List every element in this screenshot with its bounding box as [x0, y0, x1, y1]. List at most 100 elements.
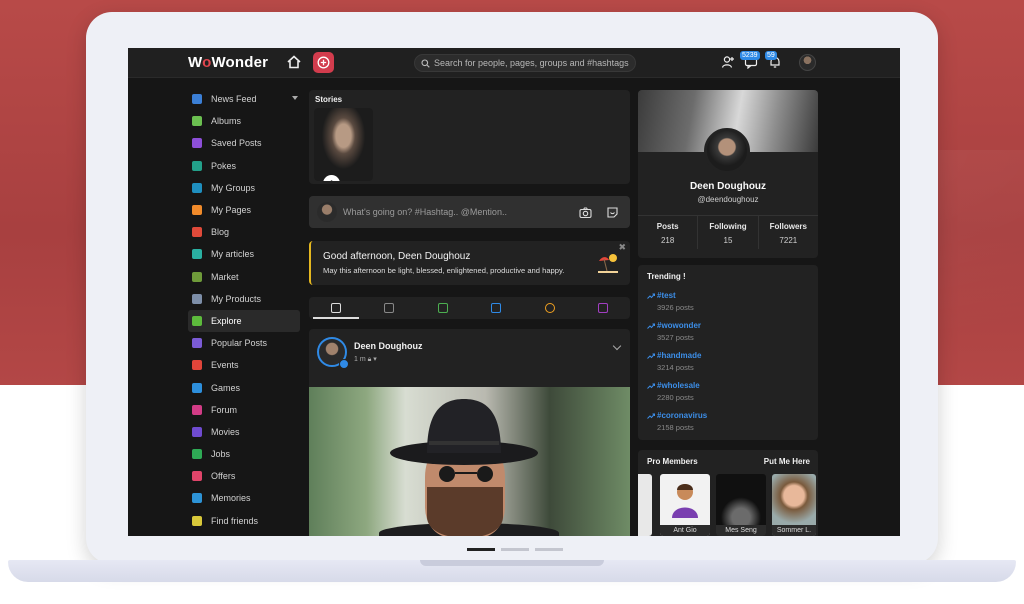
trending-tag[interactable]: #coronavirus: [647, 411, 707, 420]
profile-avatar[interactable]: [704, 128, 750, 174]
search-bar[interactable]: Search for people, pages, groups and #ha…: [414, 54, 636, 72]
sidebar-item-movies[interactable]: Movies: [188, 421, 300, 443]
add-story-button[interactable]: +: [323, 175, 340, 181]
popular-icon: [192, 338, 202, 349]
trending-tag[interactable]: #test: [647, 291, 694, 300]
trending-item[interactable]: #test 3926 posts: [647, 291, 694, 312]
stat-following[interactable]: Following 15: [698, 216, 759, 249]
trend-up-icon: [647, 323, 655, 329]
home-icon[interactable]: [286, 54, 302, 70]
stat-posts[interactable]: Posts 218: [638, 216, 699, 249]
put-me-here-link[interactable]: Put Me Here: [764, 457, 810, 466]
sidebar-item-explore[interactable]: Explore: [188, 309, 300, 333]
sidebar-item-label: Find friends: [211, 515, 259, 526]
trending-item[interactable]: #handmade 3214 posts: [647, 351, 701, 372]
sidebar: News Feed Albums Saved Posts Pokes My Groups…: [188, 88, 300, 532]
document-icon: [330, 303, 341, 313]
sidebar-item-games[interactable]: Games: [188, 376, 300, 398]
sidebar-item-label: My Groups: [211, 182, 256, 193]
sidebar-item-albums[interactable]: Albums: [188, 110, 300, 132]
sidebar-item-offers[interactable]: Offers: [188, 465, 300, 487]
profile-name[interactable]: Deen Doughouz: [638, 181, 818, 192]
stat-label: Following: [709, 222, 747, 231]
gamepad-icon: [192, 382, 202, 393]
calendar-icon: [192, 360, 202, 371]
sidebar-item-label: My Pages: [211, 205, 252, 216]
post-image[interactable]: [309, 387, 630, 536]
sidebar-item-label: Market: [211, 271, 239, 282]
story-thumbnail[interactable]: +: [314, 108, 373, 181]
trending-card: Trending ! #test 3926 posts #wowonder 3527 …: [638, 265, 818, 440]
pro-member-name: Ant Gio: [660, 525, 710, 536]
trending-item[interactable]: #coronavirus 2158 posts: [647, 411, 707, 432]
logo[interactable]: WoWonder: [188, 54, 268, 71]
carousel-dot-1[interactable]: [467, 548, 495, 551]
sidebar-item-label: My articles: [211, 249, 255, 260]
composer-placeholder[interactable]: What's going on? #Hashtag.. @Mention..: [343, 207, 507, 217]
sidebar-item-my-groups[interactable]: My Groups: [188, 177, 300, 199]
trending-tag[interactable]: #wowonder: [647, 321, 701, 330]
market-icon: [192, 271, 202, 282]
tab-photo-posts[interactable]: [416, 297, 470, 319]
chevron-down-icon[interactable]: [292, 96, 298, 100]
sidebar-item-saved-posts[interactable]: Saved Posts: [188, 132, 300, 154]
post-composer[interactable]: What's going on? #Hashtag.. @Mention..: [309, 196, 630, 228]
sidebar-item-label: Games: [211, 382, 241, 393]
trending-title: Trending !: [647, 272, 686, 281]
sidebar-item-label: Albums: [211, 116, 242, 127]
sidebar-item-memories[interactable]: Memories: [188, 487, 300, 509]
carousel-dots[interactable]: [467, 548, 563, 551]
user-plus-icon[interactable]: [721, 55, 735, 69]
trending-item[interactable]: #wowonder 3527 posts: [647, 321, 701, 342]
tab-file-posts[interactable]: [577, 297, 631, 319]
stat-followers[interactable]: Followers 7221: [759, 216, 818, 249]
forum-icon: [192, 404, 202, 415]
trending-tag[interactable]: #wholesale: [647, 381, 700, 390]
sidebar-item-find-friends[interactable]: Find friends: [188, 510, 300, 532]
sticker-icon[interactable]: [606, 206, 619, 219]
sidebar-item-events[interactable]: Events: [188, 354, 300, 376]
sidebar-item-market[interactable]: Market: [188, 266, 300, 288]
pro-member-card[interactable]: Sommer L.: [772, 474, 816, 536]
search-placeholder[interactable]: Search for people, pages, groups and #ha…: [434, 58, 629, 68]
sidebar-item-popular-posts[interactable]: Popular Posts: [188, 332, 300, 354]
pro-member-name: Mes Seng: [716, 525, 766, 536]
tab-text-posts[interactable]: [363, 297, 417, 319]
carousel-dot-3[interactable]: [535, 548, 563, 551]
post-author-name[interactable]: Deen Doughouz: [354, 341, 423, 351]
trend-up-icon: [647, 413, 655, 419]
pro-member-card[interactable]: Mes Seng: [716, 474, 766, 536]
sidebar-item-my-articles[interactable]: My articles: [188, 243, 300, 265]
sidebar-item-news-feed[interactable]: News Feed: [188, 88, 300, 110]
sidebar-item-my-pages[interactable]: My Pages: [188, 199, 300, 221]
pro-members-card: Pro Members Put Me Here Ant Gio Mes Seng…: [638, 450, 818, 536]
profile-username: @deendoughouz: [697, 195, 759, 204]
post-options-chevron-icon[interactable]: [612, 341, 622, 351]
photo-icon: [437, 303, 448, 313]
stat-value: 218: [660, 236, 675, 245]
pro-member-card[interactable]: Ant Gio: [660, 474, 710, 536]
trending-count: 2280 posts: [657, 393, 694, 402]
tab-all-posts[interactable]: [309, 297, 363, 319]
camera-icon[interactable]: [579, 206, 592, 219]
tab-video-posts[interactable]: [470, 297, 524, 319]
user-avatar[interactable]: [799, 54, 816, 71]
pro-member-card[interactable]: [638, 474, 652, 536]
sidebar-item-jobs[interactable]: Jobs: [188, 443, 300, 465]
trending-tag[interactable]: #handmade: [647, 351, 701, 360]
post-time[interactable]: 1 m: [354, 356, 366, 363]
lock-icon[interactable]: 🔒︎ ▾: [368, 356, 377, 363]
add-button[interactable]: [313, 52, 334, 73]
carousel-dot-2[interactable]: [501, 548, 529, 551]
tab-music-posts[interactable]: [523, 297, 577, 319]
trending-item[interactable]: #wholesale 2280 posts: [647, 381, 700, 402]
sidebar-item-blog[interactable]: Blog: [188, 221, 300, 243]
sidebar-item-pokes[interactable]: Pokes: [188, 155, 300, 177]
memories-icon: [192, 493, 202, 504]
explore-icon: [192, 315, 202, 326]
trending-count: 3214 posts: [657, 363, 694, 372]
sidebar-item-forum[interactable]: Forum: [188, 399, 300, 421]
trend-up-icon: [647, 293, 655, 299]
post-type-tabs: [309, 297, 630, 319]
sidebar-item-my-products[interactable]: My Products: [188, 288, 300, 310]
